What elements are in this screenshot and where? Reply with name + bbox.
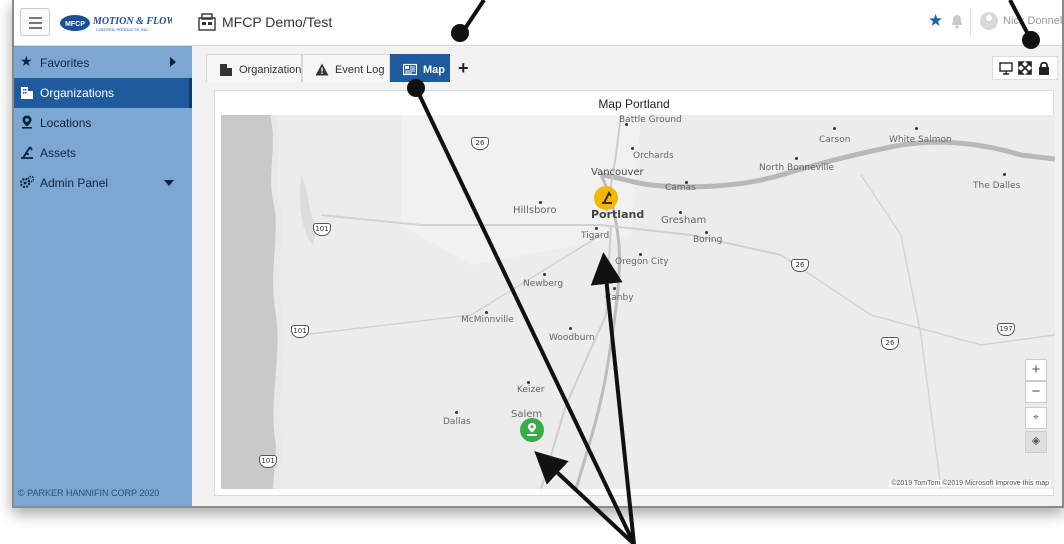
city-dot xyxy=(795,157,798,160)
city-label: Gresham xyxy=(661,215,707,226)
city-label: Battle Ground xyxy=(619,115,682,125)
city-label: Tigard xyxy=(581,231,610,241)
city-dot xyxy=(833,127,836,130)
city-dot xyxy=(613,287,616,290)
svg-text:MFCP: MFCP xyxy=(65,21,85,28)
add-tab-button[interactable]: + xyxy=(458,58,469,79)
company-logo: MFCP MOTION & FLOW CONTROL PRODUCTS, INC… xyxy=(60,15,172,32)
sidebar: ★ Favorites Organizations Locations Asse… xyxy=(14,46,192,506)
sidebar-item-locations[interactable]: Locations xyxy=(14,108,192,138)
tab-organization[interactable]: Organization xyxy=(206,54,302,82)
zoom-controls: + − ⌖ ◈ xyxy=(1025,359,1047,459)
city-label: McMinnville xyxy=(461,315,514,325)
city-dot xyxy=(595,227,598,230)
chevron-right-icon[interactable] xyxy=(170,57,176,67)
city-dot xyxy=(631,147,634,150)
compass-icon[interactable]: ◈ xyxy=(1025,431,1047,453)
sidebar-item-admin-panel[interactable]: Admin Panel xyxy=(14,168,192,198)
sidebar-item-favorites[interactable]: ★ Favorites xyxy=(14,48,192,78)
svg-text:MOTION & FLOW: MOTION & FLOW xyxy=(92,16,172,27)
city-label: Keizer xyxy=(517,385,545,395)
favorite-star-icon[interactable]: ★ xyxy=(928,11,943,31)
view-toolbar xyxy=(992,56,1058,80)
tab-label: Organization xyxy=(239,64,302,76)
city-dot xyxy=(1003,173,1006,176)
lock-icon[interactable] xyxy=(1038,61,1050,75)
city-label: Dallas xyxy=(443,417,471,427)
location-pin-icon xyxy=(22,115,32,129)
building-icon xyxy=(21,87,33,99)
tab-label: Map xyxy=(423,64,445,76)
sidebar-item-label: Favorites xyxy=(40,56,90,70)
city-dot xyxy=(639,253,642,256)
city-dot xyxy=(679,211,682,214)
notification-bell-icon[interactable] xyxy=(950,14,964,29)
city-label: Portland xyxy=(591,208,645,221)
warning-icon xyxy=(315,63,329,76)
hamburger-menu-button[interactable] xyxy=(20,8,50,36)
city-label: North Bonneville xyxy=(759,163,835,173)
city-label: Orchards xyxy=(633,151,674,161)
city-dot xyxy=(543,273,546,276)
svg-text:CONTROL PRODUCTS, INC.: CONTROL PRODUCTS, INC. xyxy=(96,27,149,32)
tab-map[interactable]: Map xyxy=(390,54,450,82)
map-panel: Map Portland Battle Ground Orchards Vanc… xyxy=(214,90,1055,496)
city-dot xyxy=(705,231,708,234)
asset-marker-yellow[interactable] xyxy=(593,185,619,211)
map-icon xyxy=(403,63,417,76)
chevron-down-icon[interactable] xyxy=(164,180,174,186)
sidebar-item-label: Locations xyxy=(40,116,92,130)
city-label: Newberg xyxy=(523,279,564,289)
monitor-icon[interactable] xyxy=(999,61,1013,75)
sidebar-item-label: Organizations xyxy=(40,86,115,100)
divider xyxy=(970,8,971,36)
zoom-out-button[interactable]: − xyxy=(1025,381,1047,403)
sidebar-item-label: Assets xyxy=(40,146,77,160)
gears-icon xyxy=(20,175,34,189)
tab-event-log[interactable]: Event Log xyxy=(302,54,390,82)
copyright-text: © PARKER HANNIFIN CORP 2020 xyxy=(18,488,160,498)
city-label: Camas xyxy=(665,183,696,193)
city-dot xyxy=(485,311,488,314)
workspace-title: MFCP Demo/Test xyxy=(222,14,333,30)
city-dot xyxy=(915,127,918,130)
city-label: Boring xyxy=(693,235,723,245)
tab-strip: Organization Event Log Map + xyxy=(192,46,1062,84)
building-icon xyxy=(220,64,232,76)
city-dot xyxy=(527,381,530,384)
locate-icon[interactable]: ⌖ xyxy=(1025,407,1047,429)
city-label: The Dalles xyxy=(973,181,1021,191)
sidebar-item-organizations[interactable]: Organizations xyxy=(14,78,192,108)
city-label: Woodburn xyxy=(549,333,595,343)
main-content: Organization Event Log Map + Map Portlan… xyxy=(192,46,1062,506)
city-label: Vancouver xyxy=(591,167,644,178)
city-label: Hillsboro xyxy=(513,205,557,216)
city-dot xyxy=(539,201,542,204)
user-avatar-icon[interactable] xyxy=(980,12,998,30)
asset-icon xyxy=(21,146,33,159)
user-name[interactable]: Nick Donnelly xyxy=(1003,15,1062,27)
zoom-in-button[interactable]: + xyxy=(1025,359,1047,381)
map-title: Map Portland xyxy=(598,97,670,111)
top-bar: MFCP MOTION & FLOW CONTROL PRODUCTS, INC… xyxy=(14,0,1062,46)
city-dot xyxy=(569,327,572,330)
city-label: Oregon City xyxy=(615,257,669,267)
map-attribution: ©2019 TomTom ©2019 Microsoft Improve thi… xyxy=(889,480,1051,487)
map-canvas[interactable]: Battle Ground Orchards Vancouver Camas C… xyxy=(221,115,1055,489)
workspace-icon xyxy=(198,13,216,31)
city-label: White Salmon xyxy=(889,135,952,145)
location-marker-green[interactable] xyxy=(519,417,545,443)
star-icon: ★ xyxy=(20,53,33,69)
city-label: Canby xyxy=(605,293,634,303)
sidebar-item-label: Admin Panel xyxy=(40,176,109,190)
tab-label: Event Log xyxy=(335,64,385,76)
city-dot xyxy=(455,411,458,414)
city-label: Carson xyxy=(819,135,851,145)
fullscreen-icon[interactable] xyxy=(1018,61,1032,75)
app-window: MFCP MOTION & FLOW CONTROL PRODUCTS, INC… xyxy=(12,0,1064,508)
sidebar-item-assets[interactable]: Assets xyxy=(14,138,192,168)
